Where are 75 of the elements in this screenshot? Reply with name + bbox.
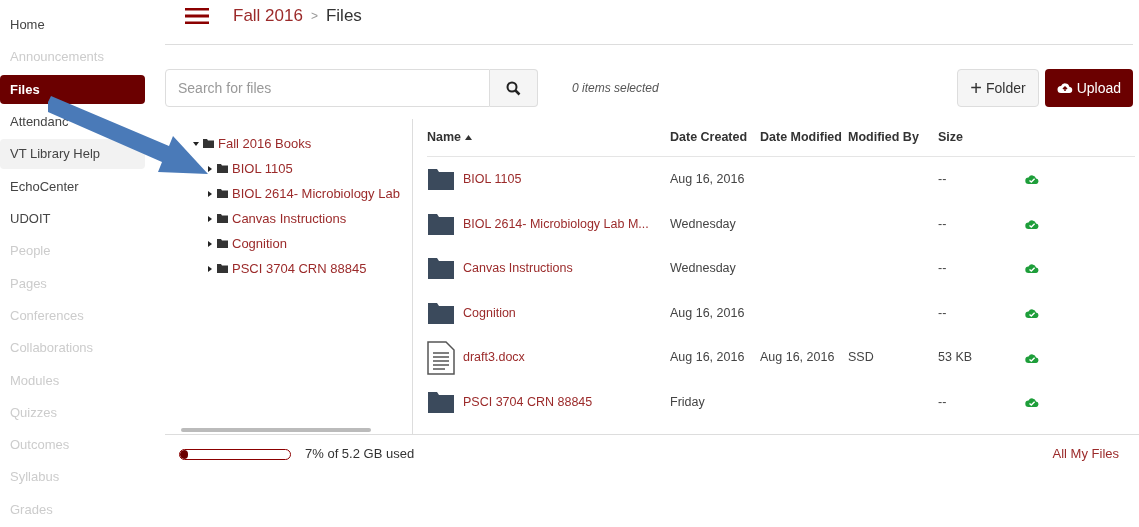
search-icon (506, 80, 521, 96)
column-header[interactable]: Date Created (670, 128, 760, 147)
folder-icon (217, 264, 228, 273)
breadcrumb-link[interactable]: Fall 2016 (233, 3, 303, 29)
all-files-link[interactable]: All My Files (1052, 444, 1119, 464)
table-cell-text: -- (938, 170, 948, 188)
file-name-link[interactable]: Canvas Instructions (463, 259, 573, 278)
sidebar-item[interactable]: UDOIT (0, 203, 145, 234)
folder-icon (427, 211, 455, 236)
published-cloud-icon[interactable] (1025, 397, 1039, 408)
folder-icon (217, 214, 228, 223)
table-cell-text: Aug 16, 2016 (670, 170, 746, 188)
menu-icon[interactable] (185, 8, 209, 24)
file-name-link[interactable]: BIOL 1105 (463, 169, 522, 189)
caret-icon[interactable] (207, 190, 213, 197)
search-button[interactable] (490, 69, 538, 107)
sidebar-item[interactable]: Home (0, 10, 145, 40)
column-header[interactable]: Name (427, 128, 670, 147)
breadcrumb-current: Files (325, 5, 362, 28)
folder-icon (427, 301, 455, 326)
folder-icon (217, 164, 228, 173)
table-cell-text: -- (938, 215, 948, 233)
published-cloud-icon[interactable] (1025, 174, 1039, 185)
table-cell-text: Friday (670, 393, 706, 411)
published-cloud-icon[interactable] (1025, 218, 1039, 229)
caret-icon[interactable] (207, 215, 213, 222)
table-cell-text: -- (938, 304, 948, 322)
document-icon (427, 340, 455, 375)
table-cell-text: -- (938, 393, 948, 411)
upload-button[interactable]: Upload (1044, 69, 1133, 107)
column-header[interactable]: Date Modified (760, 128, 848, 147)
caret-icon[interactable] (207, 240, 213, 247)
sidebar-item[interactable]: Files (0, 74, 145, 105)
new-folder-button[interactable]: + Folder (957, 69, 1039, 107)
table-cell-text: Aug 16, 2016 (760, 349, 836, 367)
selection-status: 0 items selected (572, 80, 659, 97)
table-cell-text: Wednesday (670, 215, 737, 233)
column-header[interactable]: Size (938, 128, 1025, 147)
scrollbar[interactable] (181, 428, 371, 432)
caret-icon[interactable] (207, 265, 213, 272)
column-header[interactable]: Modified By (848, 128, 938, 147)
sidebar-item[interactable]: EchoCenter (0, 171, 145, 202)
folder-icon (427, 167, 455, 192)
tree-item[interactable]: Cognition (232, 233, 287, 254)
search-field[interactable]: Search for files (165, 69, 490, 107)
table-cell-text: Aug 16, 2016 (670, 304, 746, 322)
folder-icon (203, 139, 214, 148)
breadcrumb-separator: > (310, 8, 318, 25)
folder-icon (217, 189, 228, 198)
tree-item[interactable]: BIOL 2614- Microbiology Lab (232, 183, 400, 204)
table-cell-text: Wednesday (670, 260, 737, 278)
published-cloud-icon[interactable] (1025, 308, 1039, 319)
table-cell-text: SSD (848, 349, 875, 367)
tree-item[interactable]: Fall 2016 Books (218, 133, 312, 154)
storage-reading: 7% of 5.2 GB used (305, 445, 415, 464)
sidebar-item[interactable]: Attendanc (0, 106, 145, 137)
file-name-link[interactable]: draft3.docx (463, 348, 525, 368)
table-cell-text: -- (938, 260, 948, 278)
cloud-upload-icon (1056, 82, 1073, 94)
file-name-link[interactable]: PSCI 3704 CRN 88845 (463, 392, 593, 412)
tree-item[interactable]: Canvas Instructions (232, 208, 347, 229)
folder-icon (217, 239, 228, 248)
tree-item[interactable]: PSCI 3704 CRN 88845 (232, 258, 367, 279)
file-name-link[interactable]: Cognition (463, 303, 516, 323)
tree-item[interactable]: BIOL 1105 (232, 158, 293, 179)
folder-icon (427, 390, 455, 415)
published-cloud-icon[interactable] (1025, 352, 1039, 363)
table-cell-text: Aug 16, 2016 (670, 349, 746, 367)
published-cloud-icon[interactable] (1025, 263, 1039, 274)
file-name-link[interactable]: BIOL 2614- Microbiology Lab M... (463, 214, 649, 234)
folder-icon (427, 256, 455, 281)
caret-icon[interactable] (193, 140, 199, 147)
sidebar-item[interactable]: VT Library Help (0, 139, 145, 169)
table-cell-text: 53 KB (938, 349, 974, 367)
sort-ascending-icon (465, 135, 473, 140)
